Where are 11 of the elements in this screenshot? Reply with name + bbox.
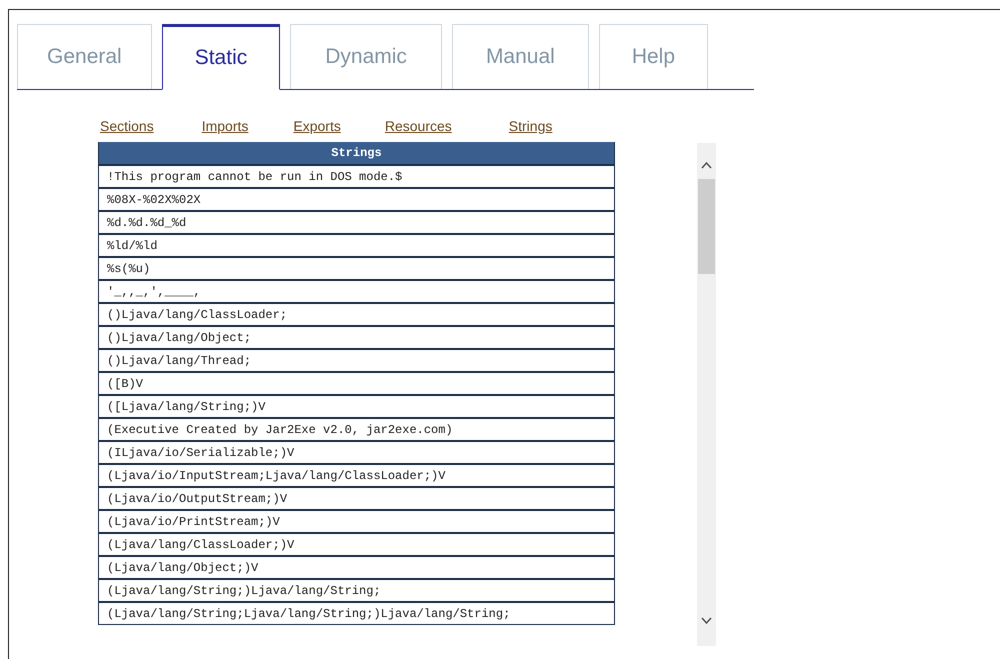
scroll-thumb[interactable] <box>698 179 715 274</box>
section-link[interactable]: Exports <box>293 118 341 134</box>
scrollbar[interactable] <box>697 143 716 646</box>
section-link[interactable]: Strings <box>508 118 552 134</box>
table-header: Strings <box>99 142 614 164</box>
scroll-up-icon[interactable] <box>701 161 712 169</box>
tab[interactable]: Static <box>162 24 280 90</box>
scroll-down-icon[interactable] <box>701 617 712 625</box>
section-link[interactable]: Imports <box>202 118 248 134</box>
section-link[interactable]: Resources <box>384 118 452 134</box>
section-link[interactable]: Sections <box>100 118 154 134</box>
